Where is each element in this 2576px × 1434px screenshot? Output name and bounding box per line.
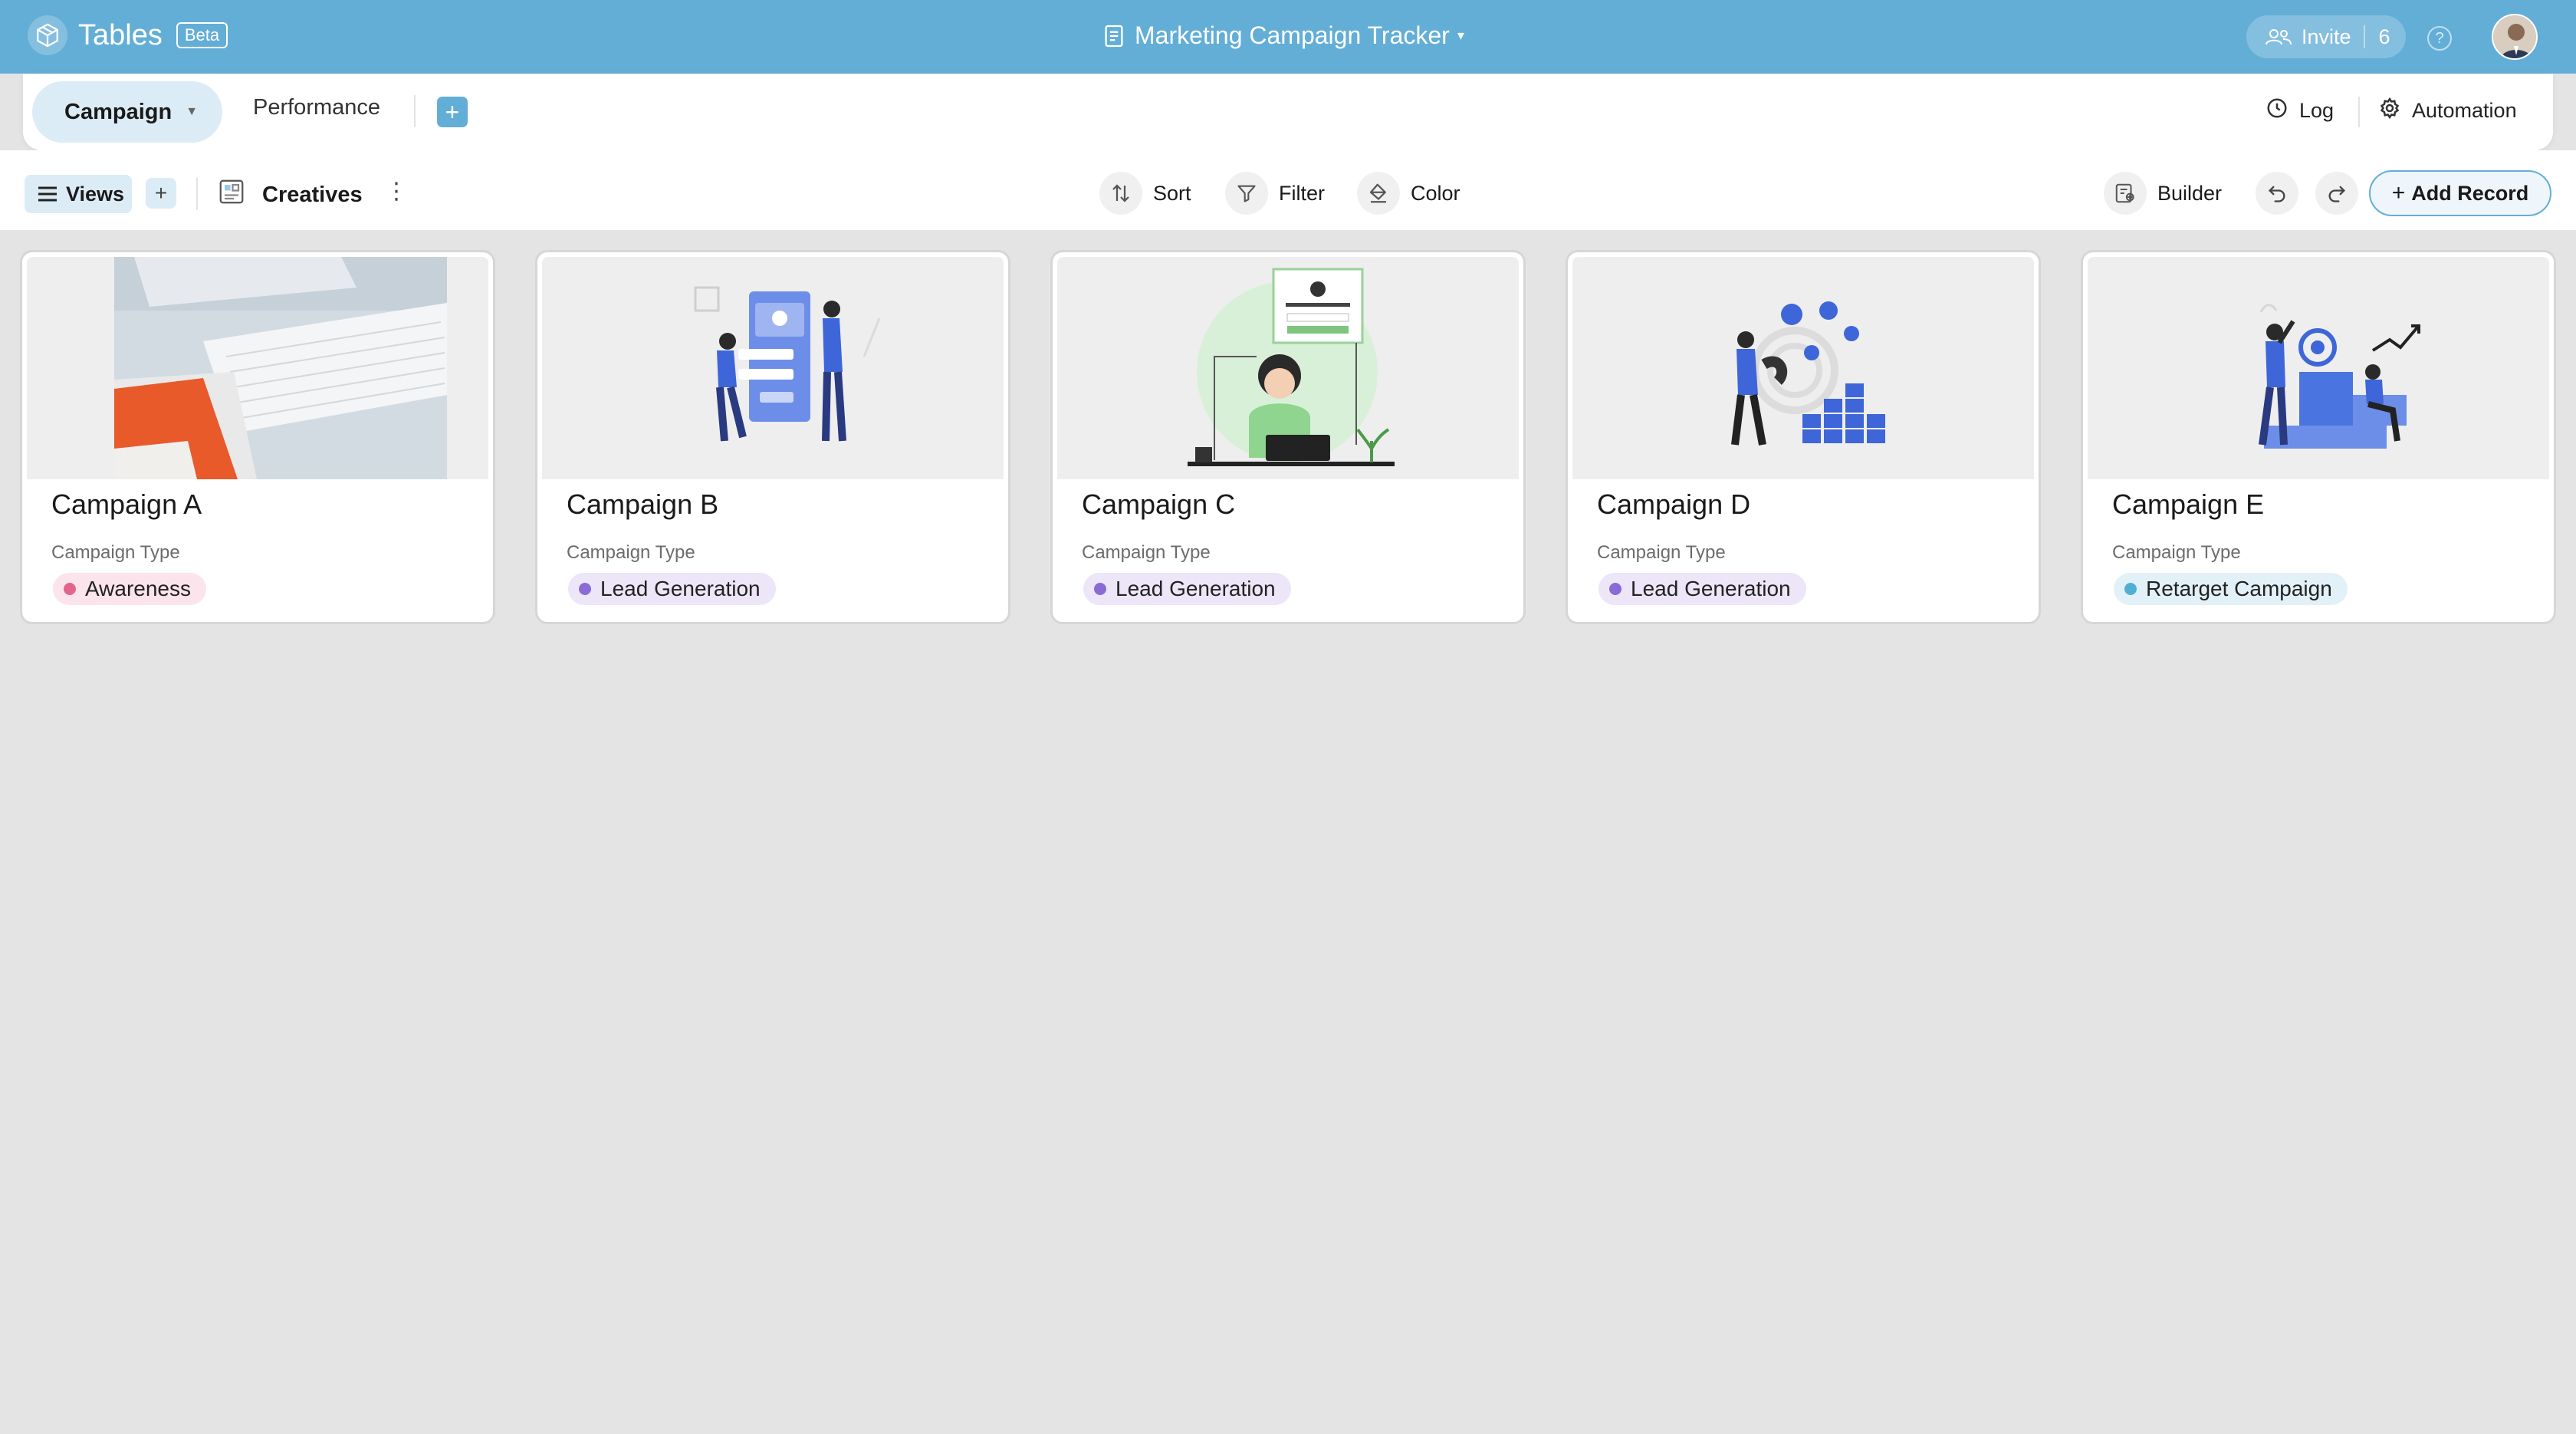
sort-icon (1099, 172, 1142, 215)
record-card[interactable]: Campaign D Campaign Type Lead Generation (1566, 250, 2041, 624)
brand[interactable]: Tables Beta (28, 15, 228, 55)
chevron-down-icon: ▾ (1457, 28, 1464, 43)
record-card[interactable]: Campaign E Campaign Type Retarget Campai… (2081, 250, 2556, 624)
card-title: Campaign D (1597, 488, 1751, 520)
avatar[interactable] (2492, 14, 2538, 60)
help-icon[interactable]: ? (2427, 26, 2452, 51)
tag-dot (64, 583, 76, 595)
campaign-type-tag: Lead Generation (1598, 573, 1806, 605)
more-options-icon[interactable]: ⋮ (385, 178, 408, 205)
tag-dot (1094, 583, 1106, 595)
gallery-view-icon (218, 178, 245, 212)
tag-dot (2124, 583, 2137, 595)
tag-label: Awareness (85, 577, 192, 600)
users-icon (2265, 27, 2292, 47)
tag-label: Lead Generation (1116, 577, 1276, 600)
view-name: Creatives (262, 182, 363, 207)
chevron-down-icon: ▼ (186, 105, 199, 118)
log-button[interactable]: Log (2266, 97, 2334, 125)
paint-bucket-icon (1357, 172, 1400, 215)
card-field-label: Campaign Type (51, 542, 180, 563)
card-field-label: Campaign Type (1082, 542, 1211, 563)
card-image (27, 257, 488, 479)
tab-campaign[interactable]: Campaign ▼ (32, 81, 222, 143)
tab-performance[interactable]: Performance (253, 95, 380, 120)
campaign-type-tag: Lead Generation (1083, 573, 1291, 605)
tag-label: Retarget Campaign (2146, 577, 2332, 600)
app-name: Tables (78, 18, 163, 51)
sort-button[interactable]: Sort (1099, 172, 1191, 215)
card-title: Campaign A (51, 488, 202, 520)
sort-label: Sort (1153, 181, 1191, 205)
tab-label: Campaign (64, 99, 172, 124)
gear-icon (2378, 97, 2401, 125)
document-icon (1104, 24, 1124, 48)
card-title: Campaign C (1082, 488, 1236, 520)
divider (196, 178, 198, 210)
tag-label: Lead Generation (600, 577, 761, 600)
color-label: Color (1411, 181, 1460, 205)
plus-icon: + (2391, 180, 2406, 206)
tag-dot (1609, 583, 1622, 595)
record-card[interactable]: Campaign B Campaign Type Lead Generation (535, 250, 1010, 624)
invite-button[interactable]: Invite 6 (2246, 15, 2406, 58)
menu-icon (37, 185, 58, 203)
card-field-label: Campaign Type (1597, 542, 1726, 563)
view-toolbar: Views + Creatives ⋮ Sort Filter Color Bu… (0, 150, 2576, 230)
beta-badge: Beta (176, 22, 228, 48)
invite-count: 6 (2378, 25, 2390, 48)
card-image (542, 257, 1004, 479)
color-button[interactable]: Color (1357, 172, 1460, 215)
divider (2358, 97, 2360, 127)
app-header: Tables Beta Marketing Campaign Tracker ▾… (0, 0, 2576, 74)
current-view[interactable]: Creatives (218, 178, 363, 212)
card-image (1057, 257, 1519, 479)
clock-icon (2266, 97, 2288, 125)
redo-icon[interactable] (2315, 172, 2358, 215)
record-card[interactable]: Campaign A Campaign Type Awareness (20, 250, 495, 624)
document-title-menu[interactable]: Marketing Campaign Tracker ▾ (1104, 21, 1464, 50)
divider (414, 95, 416, 127)
divider (2363, 25, 2365, 48)
automation-button[interactable]: Automation (2378, 97, 2517, 125)
tag-dot (579, 583, 591, 595)
card-title: Campaign B (567, 488, 719, 520)
filter-button[interactable]: Filter (1225, 172, 1325, 215)
invite-label: Invite (2302, 25, 2351, 48)
views-label: Views (66, 182, 125, 206)
filter-icon (1225, 172, 1268, 215)
document-title: Marketing Campaign Tracker (1135, 21, 1450, 49)
tables-logo-icon (28, 15, 67, 55)
card-field-label: Campaign Type (2112, 542, 2241, 563)
card-image (1572, 257, 2034, 479)
add-view-button[interactable]: + (146, 178, 176, 209)
tag-label: Lead Generation (1631, 577, 1791, 600)
log-label: Log (2299, 99, 2334, 122)
campaign-type-tag: Lead Generation (568, 573, 776, 605)
builder-label: Builder (2157, 181, 2223, 205)
views-button[interactable]: Views (25, 175, 132, 213)
automation-label: Automation (2412, 99, 2517, 122)
record-card[interactable]: Campaign C Campaign Type Lead Generation (1050, 250, 1526, 624)
card-field-label: Campaign Type (567, 542, 695, 563)
undo-icon[interactable] (2256, 172, 2298, 215)
card-image (2088, 257, 2549, 479)
campaign-type-tag: Retarget Campaign (2114, 573, 2348, 605)
card-title: Campaign E (2112, 488, 2265, 520)
add-record-label: Add Record (2411, 181, 2529, 205)
filter-label: Filter (1279, 181, 1325, 205)
table-tabs-bar: Campaign ▼ Performance + Log Automation (23, 74, 2553, 150)
builder-button[interactable]: Builder (2104, 172, 2222, 215)
builder-icon (2104, 172, 2147, 215)
add-record-button[interactable]: + Add Record (2369, 170, 2551, 216)
campaign-type-tag: Awareness (53, 573, 207, 605)
add-table-button[interactable]: + (437, 97, 468, 127)
